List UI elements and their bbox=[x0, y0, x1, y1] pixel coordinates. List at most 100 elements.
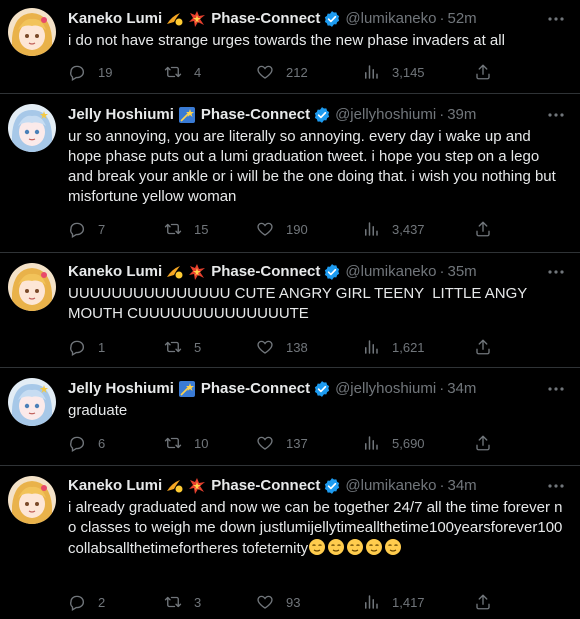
like-button[interactable]: 138 bbox=[256, 338, 308, 356]
author-handle[interactable]: @lumikaneko bbox=[345, 262, 436, 282]
share-button[interactable] bbox=[474, 220, 492, 238]
like-button[interactable]: 137 bbox=[256, 434, 308, 452]
kaneko-lumi-avatar[interactable] bbox=[8, 476, 56, 524]
reply-button[interactable]: 19 bbox=[68, 63, 112, 81]
views-button[interactable]: 5,690 bbox=[362, 434, 425, 452]
retweet-button[interactable]: 15 bbox=[164, 220, 208, 238]
retweet-button[interactable]: 5 bbox=[164, 338, 201, 356]
reply-button[interactable]: 2 bbox=[68, 593, 105, 611]
author-name[interactable]: Jelly Hoshiumi bbox=[68, 379, 174, 399]
tweet[interactable]: Jelly Hoshiumi Phase-Connect @jellyhoshi… bbox=[0, 368, 580, 466]
kaneko-lumi-avatar[interactable] bbox=[8, 8, 56, 56]
org-label: Phase-Connect bbox=[200, 106, 311, 123]
heart-icon bbox=[257, 595, 273, 609]
tweet-text: i do not have strange urges towards the … bbox=[68, 32, 505, 49]
timestamp[interactable]: 39m bbox=[447, 105, 476, 125]
author-name[interactable]: Kaneko Lumi bbox=[68, 262, 162, 282]
author-handle[interactable]: @lumikaneko bbox=[345, 9, 436, 29]
share-button[interactable] bbox=[474, 434, 492, 452]
retweet-button[interactable]: 3 bbox=[164, 593, 201, 611]
retweet-icon bbox=[164, 223, 182, 235]
view-count: 1,417 bbox=[392, 594, 425, 610]
collision-icon bbox=[188, 477, 206, 495]
reply-count: 2 bbox=[98, 594, 106, 610]
author-handle[interactable]: @jellyhoshiumi bbox=[335, 105, 436, 125]
separator-dot: · bbox=[439, 10, 445, 27]
views-icon bbox=[365, 595, 378, 609]
share-button[interactable] bbox=[474, 593, 492, 611]
views-button[interactable]: 1,621 bbox=[362, 338, 425, 356]
like-button[interactable]: 93 bbox=[256, 593, 300, 611]
more-options-icon[interactable] bbox=[546, 105, 566, 125]
jelly-hoshiumi-avatar[interactable] bbox=[8, 104, 56, 152]
tweet[interactable]: Jelly Hoshiumi Phase-Connect @jellyhoshi… bbox=[0, 94, 580, 253]
org-label: Phase-Connect bbox=[211, 10, 321, 27]
views-icon bbox=[365, 340, 378, 354]
tweet-text: ur so annoying, you are literally so ann… bbox=[68, 128, 560, 205]
reply-count: 19 bbox=[98, 64, 113, 80]
reply-button[interactable]: 7 bbox=[68, 220, 105, 238]
jelly-hoshiumi-avatar[interactable] bbox=[8, 378, 56, 426]
relieved-face-icon bbox=[384, 538, 402, 556]
org-label: Phase-Connect bbox=[200, 380, 311, 397]
tweet[interactable]: Kaneko Lumi Phase-Connect @lumikaneko · … bbox=[0, 0, 580, 94]
retweet-button[interactable]: 4 bbox=[164, 63, 201, 81]
relieved-face-icon bbox=[308, 538, 326, 556]
reply-count: 6 bbox=[98, 435, 106, 451]
reply-icon bbox=[70, 436, 85, 452]
reply-count: 7 bbox=[98, 221, 106, 237]
timestamp[interactable]: 52m bbox=[448, 9, 477, 29]
more-options-icon[interactable] bbox=[546, 262, 566, 282]
share-icon bbox=[476, 221, 490, 237]
collision-icon bbox=[188, 263, 206, 281]
retweet-button[interactable]: 10 bbox=[164, 434, 208, 452]
views-button[interactable]: 1,417 bbox=[362, 593, 425, 611]
timestamp[interactable]: 34m bbox=[448, 476, 477, 496]
more-options-icon[interactable] bbox=[546, 476, 566, 496]
separator-dot: · bbox=[439, 106, 445, 123]
kaneko-lumi-avatar[interactable] bbox=[8, 263, 56, 311]
comet-icon bbox=[166, 263, 184, 281]
author-name[interactable]: Kaneko Lumi bbox=[68, 476, 162, 496]
share-icon bbox=[476, 64, 490, 80]
more-options-icon[interactable] bbox=[546, 9, 566, 29]
timestamp[interactable]: 34m bbox=[447, 379, 476, 399]
author-handle[interactable]: @jellyhoshiumi bbox=[335, 379, 436, 399]
author-name[interactable]: Jelly Hoshiumi bbox=[68, 105, 174, 125]
comet-icon bbox=[166, 10, 184, 28]
author-name[interactable]: Kaneko Lumi bbox=[68, 9, 162, 29]
share-button[interactable] bbox=[474, 338, 492, 356]
shooting-star-card-icon bbox=[178, 106, 196, 124]
verified-badge-icon bbox=[313, 106, 331, 124]
org-label: Phase-Connect bbox=[211, 477, 321, 494]
timestamp[interactable]: 35m bbox=[448, 262, 477, 282]
more-options-icon[interactable] bbox=[546, 379, 566, 399]
comet-icon bbox=[166, 477, 184, 495]
views-button[interactable]: 3,437 bbox=[362, 220, 425, 238]
tweet[interactable]: Kaneko Lumi Phase-Connect @lumikaneko · … bbox=[0, 253, 580, 368]
share-button[interactable] bbox=[474, 63, 492, 81]
heart-icon bbox=[257, 222, 273, 236]
retweet-count: 4 bbox=[194, 64, 202, 80]
org-label: Phase-Connect bbox=[211, 263, 321, 280]
retweet-count: 10 bbox=[194, 435, 209, 451]
reply-button[interactable]: 1 bbox=[68, 338, 105, 356]
heart-icon bbox=[257, 340, 273, 354]
verified-badge-icon bbox=[323, 10, 341, 28]
retweet-icon bbox=[164, 596, 182, 608]
reply-button[interactable]: 6 bbox=[68, 434, 105, 452]
separator-dot: · bbox=[439, 380, 445, 397]
heart-icon bbox=[257, 436, 273, 450]
reply-icon bbox=[70, 340, 85, 356]
tweet[interactable]: Kaneko Lumi Phase-Connect @lumikaneko · … bbox=[0, 466, 580, 619]
retweet-count: 15 bbox=[194, 221, 209, 237]
author-handle[interactable]: @lumikaneko bbox=[345, 476, 436, 496]
collision-icon bbox=[188, 10, 206, 28]
views-button[interactable]: 3,145 bbox=[362, 63, 425, 81]
retweet-count: 5 bbox=[194, 339, 202, 355]
like-count: 138 bbox=[286, 339, 308, 355]
like-button[interactable]: 190 bbox=[256, 220, 308, 238]
reply-icon bbox=[70, 65, 85, 81]
like-button[interactable]: 212 bbox=[256, 63, 308, 81]
reply-count: 1 bbox=[98, 339, 106, 355]
